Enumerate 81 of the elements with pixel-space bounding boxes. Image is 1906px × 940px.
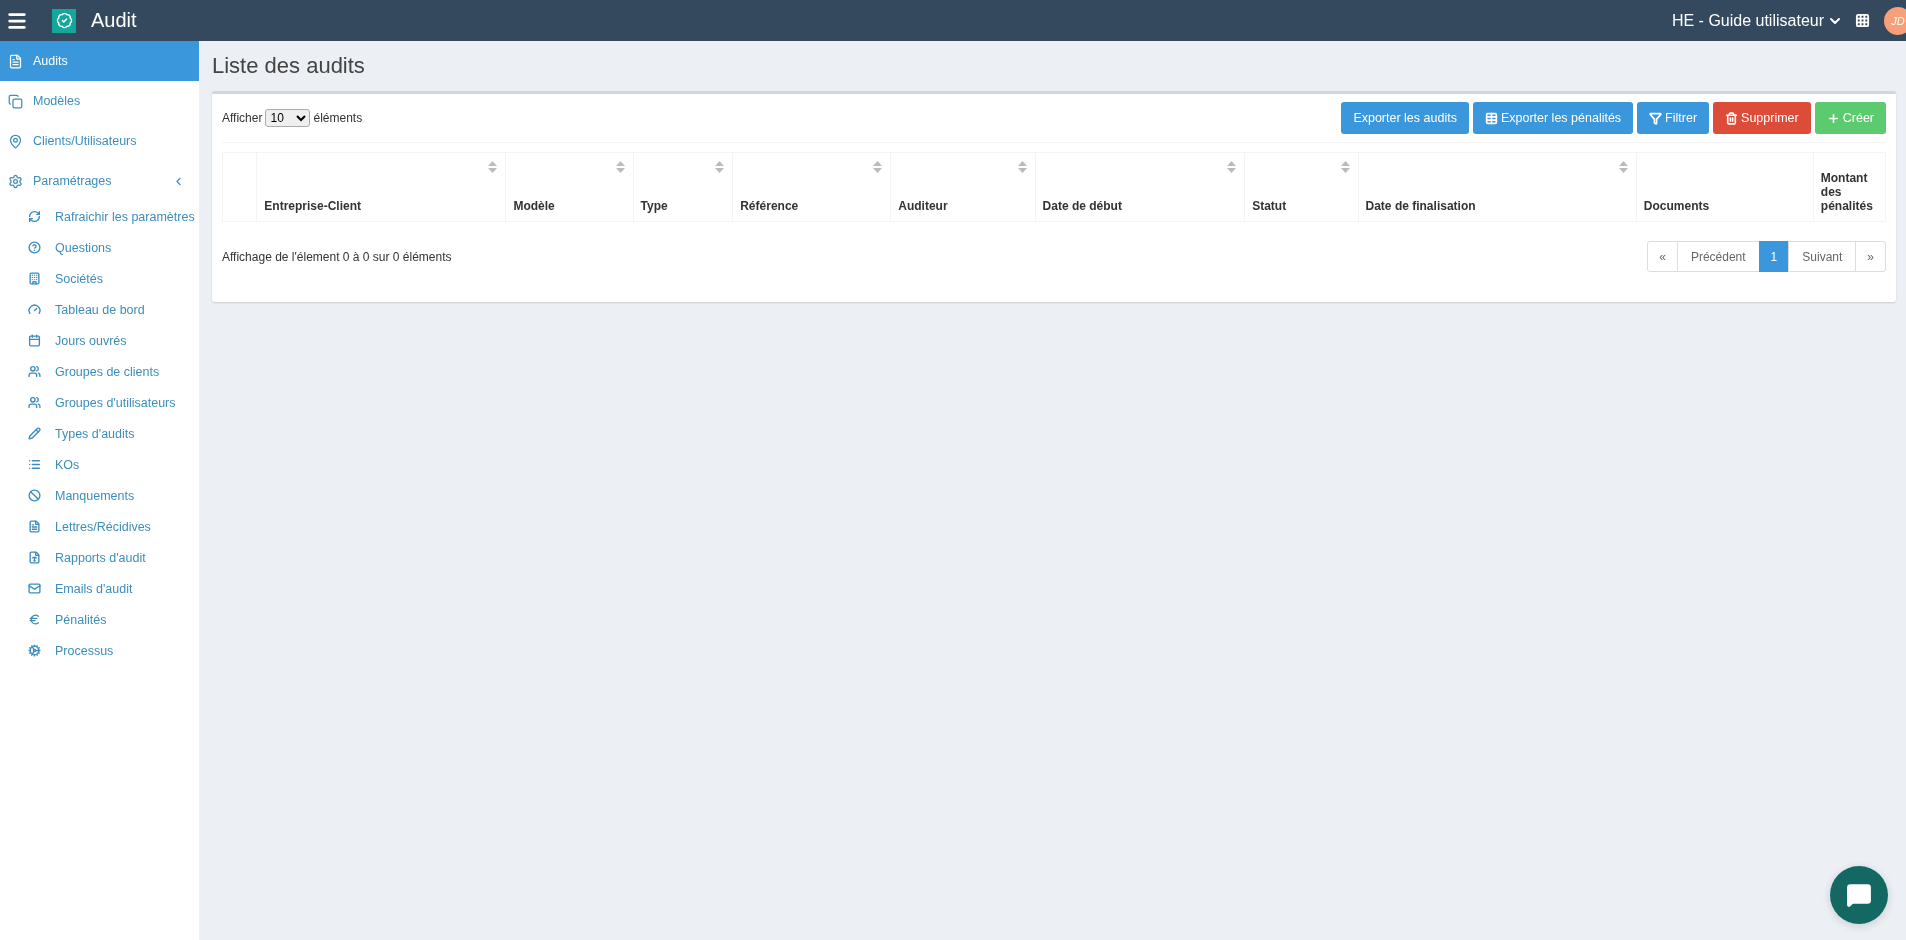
pencil-icon [28, 427, 41, 440]
copy-icon [8, 93, 23, 109]
sidebar-subitem[interactable]: Tableau de bord [0, 294, 199, 325]
sidebar-subitem[interactable]: Rafraichir les paramètres [0, 201, 199, 232]
column-header[interactable]: Modèle [505, 152, 634, 222]
sidebar-item[interactable]: Modèles [0, 81, 199, 121]
sidebar-subitem[interactable]: Sociétés [0, 263, 199, 294]
sidebar-subitem[interactable]: Pénalités [0, 604, 199, 635]
column-header: Montant des pénalités [1813, 152, 1886, 222]
sort-icon [715, 161, 725, 173]
sidebar-subitem[interactable]: Groupes d'utilisateurs [0, 387, 199, 418]
gears-icon [8, 173, 23, 189]
users-icon [28, 396, 41, 409]
document-icon [8, 53, 23, 69]
sort-icon [1340, 161, 1350, 173]
column-header[interactable]: Date de début [1035, 152, 1245, 222]
sidebar-subitem[interactable]: Manquements [0, 480, 199, 511]
sidebar-subitem[interactable]: Processus [0, 635, 199, 666]
sort-icon [873, 161, 883, 173]
pagination-link[interactable]: » [1855, 241, 1886, 272]
pin-icon [8, 133, 23, 149]
page-title: Liste des audits [212, 53, 366, 79]
sort-icon [488, 161, 498, 173]
sidebar-subitem[interactable]: Jours ouvrés [0, 325, 199, 356]
pagination-link[interactable]: Précédent [1676, 241, 1760, 272]
plus-icon [1826, 111, 1840, 125]
toolbar-button[interactable]: Créer [1814, 102, 1886, 134]
document-icon [28, 520, 41, 533]
sort-icon [615, 161, 625, 173]
table-icon [1484, 111, 1498, 125]
column-header[interactable]: Référence [732, 152, 891, 222]
sidebar-subitem[interactable]: Questions [0, 232, 199, 263]
gear-icon [28, 644, 41, 657]
logo-icon [52, 8, 76, 33]
users-icon [28, 365, 41, 378]
column-header[interactable]: Type [633, 152, 733, 222]
calendar-icon [28, 334, 41, 347]
toolbar-button[interactable]: Supprimer [1713, 102, 1811, 134]
pagination-link[interactable]: Suivant [1788, 241, 1857, 272]
sidebar-item[interactable]: Audits [0, 41, 199, 81]
column-header[interactable]: Entreprise-Client [256, 152, 506, 222]
length-label: Afficher [222, 111, 263, 125]
chat-bubble-icon [1846, 882, 1872, 908]
sort-icon [1017, 161, 1027, 173]
length-label: éléments [313, 111, 363, 125]
sidebar-subitem[interactable]: Types d'audits [0, 418, 199, 449]
building-icon [28, 272, 41, 285]
chat-button[interactable] [1830, 866, 1888, 924]
guide-dropdown[interactable]: HE - Guide utilisateur [1671, 11, 1843, 30]
sidebar-item[interactable]: Clients/Utilisateurs [0, 121, 199, 161]
sidebar-item[interactable]: Paramétrages [0, 161, 199, 201]
toolbar-button[interactable]: Filtrer [1637, 102, 1710, 134]
sort-icon [1618, 161, 1628, 173]
question-icon [28, 241, 41, 254]
sidebar-subitem[interactable]: Lettres/Récidives [0, 511, 199, 542]
app-title: Audit [91, 9, 137, 32]
column-header[interactable]: Auditeur [890, 152, 1036, 222]
page-length-select[interactable]: 10 [265, 109, 311, 127]
gauge-icon [28, 303, 41, 316]
column-header[interactable]: Statut [1244, 152, 1359, 222]
document-icon [28, 551, 41, 564]
sidebar-subitem[interactable]: KOs [0, 449, 199, 480]
sidebar-subitem[interactable]: Groupes de clients [0, 356, 199, 387]
column-header: Documents [1636, 152, 1814, 222]
mail-icon [28, 582, 41, 595]
euro-icon [28, 613, 41, 626]
pagination-link[interactable]: « [1647, 241, 1678, 272]
sidebar-subitem[interactable]: Emails d'audit [0, 573, 199, 604]
user-avatar[interactable]: JD [1884, 6, 1906, 35]
ban-icon [28, 489, 41, 502]
list-icon [28, 458, 41, 471]
filter-icon [1649, 111, 1663, 125]
toolbar-button[interactable]: Exporter les pénalités [1472, 102, 1634, 134]
toolbar-button[interactable]: Exporter les audits [1341, 102, 1469, 134]
refresh-icon [28, 210, 41, 223]
trash-icon [1725, 111, 1739, 125]
sort-icon [1227, 161, 1237, 173]
apps-grid-icon[interactable] [1855, 13, 1870, 28]
column-header[interactable]: Date de finalisation [1358, 152, 1637, 222]
table-info: Affichage de l'élement 0 à 0 sur 0 éléments [222, 249, 452, 264]
sidebar-subitem[interactable]: Rapports d'audit [0, 542, 199, 573]
